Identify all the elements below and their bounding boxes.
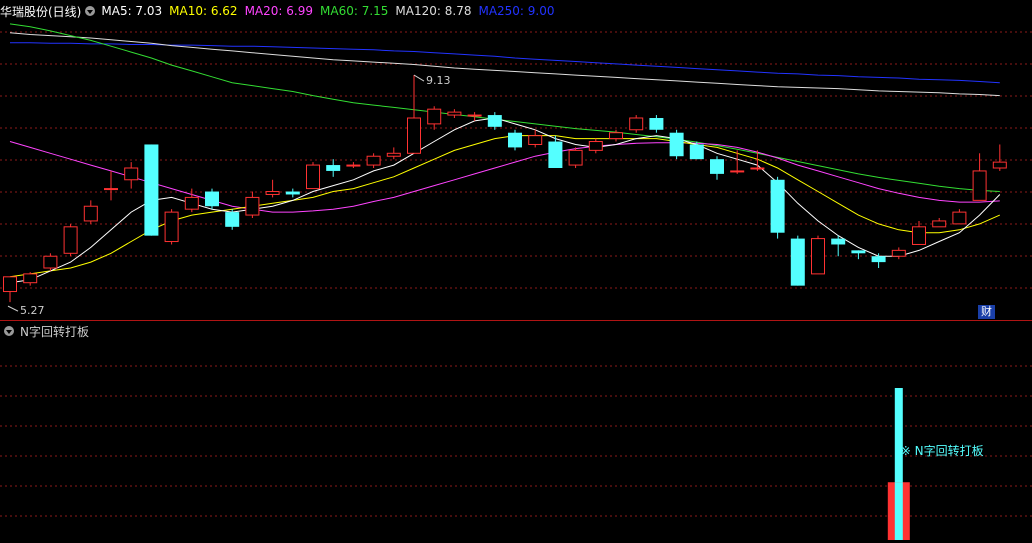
candle-body (285, 191, 300, 195)
ma20-label: MA20: 6.99 (244, 4, 313, 18)
candle-body (83, 205, 98, 222)
candle-body (205, 191, 219, 207)
candle-body (407, 117, 421, 154)
ma120-label: MA120: 8.78 (395, 4, 472, 18)
candle-body (548, 141, 563, 168)
high-arrow (413, 74, 425, 82)
candle-body (346, 164, 361, 167)
low-price-label: 5.27 (20, 304, 45, 317)
candle-body (770, 179, 785, 233)
candle-body (750, 167, 765, 170)
ma5-label: MA5: 7.03 (101, 4, 163, 18)
candle-body (306, 164, 320, 190)
candle-body (891, 249, 906, 257)
ma60-line (9, 23, 1000, 192)
low-arrow (7, 305, 19, 312)
candle-body (730, 170, 745, 173)
candle-body (629, 117, 644, 131)
candle-body (932, 220, 947, 228)
ma250-line (10, 42, 1000, 84)
candle-body (104, 188, 118, 191)
chevron-down-icon[interactable] (85, 6, 96, 16)
candle-body (588, 141, 603, 151)
candle-body (427, 108, 442, 125)
high-price-label: 9.13 (426, 74, 451, 87)
candle-body (790, 238, 805, 286)
candle-body (912, 226, 926, 245)
chart-canvas: 9.13 5.27 ※ N字回转打板 (0, 23, 1032, 540)
candle-body (225, 212, 240, 227)
finance-badge[interactable]: 财 (978, 305, 995, 319)
candle-body (467, 114, 482, 117)
candle-body (245, 196, 260, 216)
candle-body (710, 159, 724, 174)
candle-body (63, 226, 78, 254)
candle-body (992, 161, 1007, 169)
candle-body (366, 155, 381, 166)
candle-body (43, 255, 58, 269)
candle-body (972, 170, 987, 201)
candle-body (609, 132, 623, 140)
ma5-line (9, 117, 1001, 284)
candle-body (487, 115, 502, 127)
candle-body (851, 250, 866, 254)
candle-body (326, 165, 341, 171)
ma20-line (9, 141, 1000, 213)
signal-bar-core (894, 482, 903, 540)
signal-label: ※ N字回转打板 (901, 443, 984, 458)
candle-body (3, 276, 17, 293)
candle-body (508, 132, 522, 148)
candle-body (144, 144, 159, 236)
candle-body (265, 191, 280, 195)
ma10-label: MA10: 6.62 (169, 4, 238, 18)
candle-body (386, 152, 401, 157)
ma250-label: MA250: 9.00 (478, 4, 555, 18)
candle-body (528, 135, 543, 145)
candle-body (811, 238, 825, 275)
candle-body (669, 132, 684, 157)
main-chart-header: 华瑞股份(日线) MA5: 7.03 MA10: 6.62 MA20: 6.99… (0, 2, 562, 20)
candle-body (23, 273, 38, 284)
candle-body (568, 149, 583, 166)
stock-title: 华瑞股份(日线) (0, 4, 82, 19)
candle-body (164, 211, 179, 243)
ma60-label: MA60: 7.15 (320, 4, 389, 18)
candle-body (689, 144, 704, 160)
candle-body (447, 111, 462, 116)
candle-body (831, 238, 846, 245)
chevron-down-icon[interactable] (4, 326, 14, 336)
candle-body (649, 118, 664, 130)
indicator-title: N字回转打板 (20, 324, 89, 339)
candle-body (184, 196, 199, 210)
indicator-header: N字回转打板 (0, 322, 96, 340)
candle-body (952, 211, 967, 225)
candle-body (124, 167, 139, 181)
candle-body (871, 256, 886, 263)
